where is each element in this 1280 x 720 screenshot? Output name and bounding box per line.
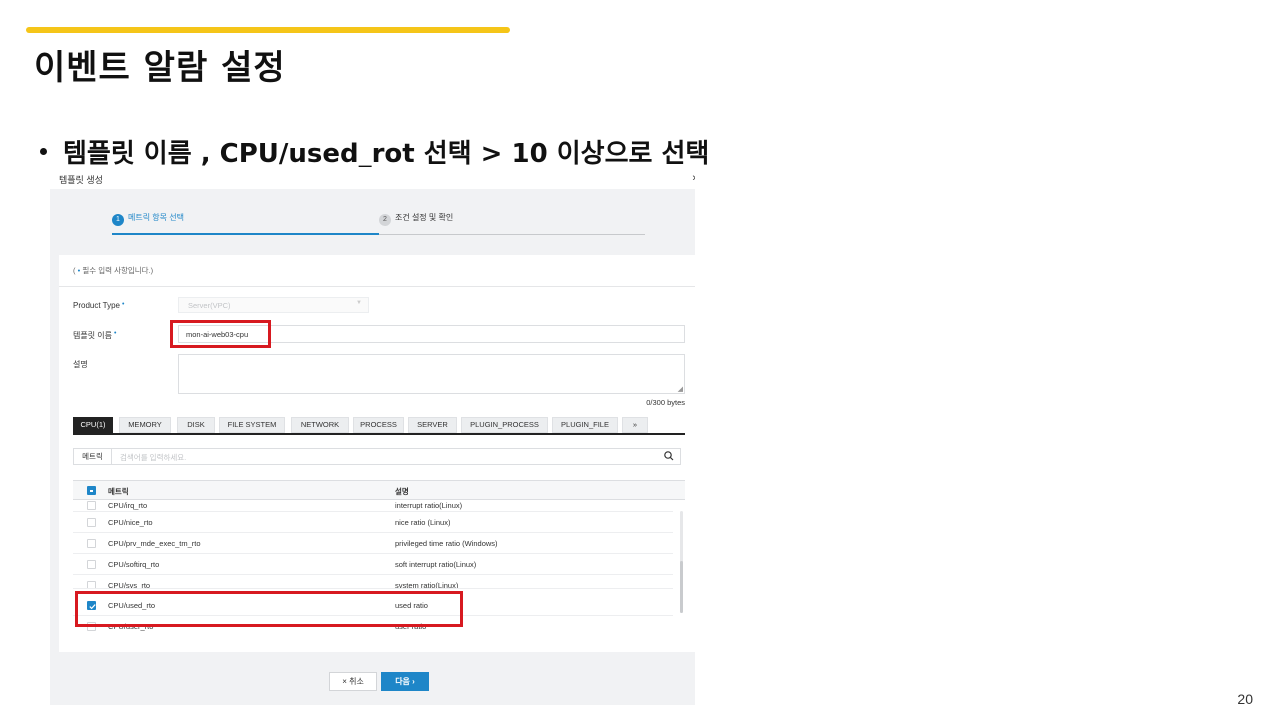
search-category-tag[interactable]: 메트릭 [74, 449, 112, 464]
table-row[interactable]: CPU/softirq_rto soft interrupt ratio(Lin… [73, 554, 673, 575]
row-checkbox[interactable] [87, 581, 96, 588]
step-label: 메트릭 항목 선택 [128, 213, 184, 222]
byte-count: 0/300 bytes [646, 398, 685, 407]
row-checkbox[interactable] [87, 539, 96, 548]
tab-server[interactable]: SERVER [408, 417, 457, 433]
metric-cell: CPU/prv_mde_exec_tm_rto [108, 539, 201, 548]
scroll-thumb[interactable] [680, 561, 683, 613]
tab-disk[interactable]: DISK [177, 417, 215, 433]
table-row[interactable]: CPU/sys_rto system ratio(Linux) [73, 575, 673, 589]
step-number-badge: 1 [112, 214, 124, 226]
template-name-label: 템플릿 이름 • [73, 330, 116, 341]
cancel-button[interactable]: × 취소 [329, 672, 377, 691]
row-checkbox[interactable] [87, 560, 96, 569]
tab-network[interactable]: NETWORK [291, 417, 349, 433]
metric-cell: CPU/nice_rto [108, 518, 153, 527]
chevron-right-icon[interactable]: › [692, 172, 695, 184]
template-name-highlight-box [170, 320, 271, 348]
title-accent-bar [26, 27, 510, 33]
required-mark-icon: • [122, 301, 125, 308]
table-row[interactable]: CPU/irq_rto interrupt ratio(Linux) [73, 500, 673, 512]
tab-cpu[interactable]: CPU(1) [73, 417, 113, 433]
product-type-select[interactable]: Server(VPC) ▼ [178, 297, 369, 313]
tab-more-icon[interactable]: » [622, 417, 648, 433]
metric-cell: CPU/sys_rto [108, 581, 151, 589]
tab-file-system[interactable]: FILE SYSTEM [219, 417, 285, 433]
row-checkbox[interactable] [87, 518, 96, 527]
used-rto-highlight-box [75, 591, 463, 627]
tab-memory[interactable]: MEMORY [119, 417, 171, 433]
bullet-dot-icon [40, 148, 47, 155]
required-note: ( • 필수 입력 사항입니다.) [73, 265, 153, 276]
metric-tabs: CPU(1) MEMORY DISK FILE SYSTEM NETWORK P… [73, 417, 685, 435]
description-label: 설명 [73, 360, 88, 369]
search-input[interactable]: 검색어를 입력하세요. [120, 452, 186, 463]
step-2[interactable]: 2 조건 설정 및 확인 [379, 213, 645, 235]
next-button[interactable]: 다음 › [381, 672, 429, 691]
template-name-label-text: 템플릿 이름 [73, 331, 113, 340]
column-header-metric: 메트릭 [108, 487, 129, 496]
metric-cell: CPU/irq_rto [108, 501, 148, 510]
wizard-steps: 1 메트릭 항목 선택 2 조건 설정 및 확인 [112, 213, 645, 235]
search-icon[interactable] [663, 450, 675, 462]
step-number-badge: 2 [379, 214, 391, 226]
metric-cell: CPU/softirq_rto [108, 560, 160, 569]
description-cell: nice ratio (Linux) [395, 518, 451, 527]
tab-plugin-file[interactable]: PLUGIN_FILE [552, 417, 618, 433]
product-type-label: Product Type • [73, 301, 124, 310]
modal-title: 템플릿 생성 [59, 175, 103, 185]
modal-header: 템플릿 생성 › [50, 167, 695, 189]
description-textarea[interactable]: ◢ [178, 354, 685, 394]
table-row[interactable]: CPU/prv_mde_exec_tm_rto privileged time … [73, 533, 673, 554]
description-cell: system ratio(Linux) [395, 581, 459, 589]
table-scrollbar[interactable] [680, 511, 683, 613]
resize-grip-icon[interactable]: ◢ [678, 385, 683, 393]
required-note-text: 필수 입력 사항입니다.) [80, 266, 154, 275]
select-all-checkbox[interactable] [87, 486, 96, 495]
bullet-point: 템플릿 이름 , CPU/used_rot 선택 > 10 이상으로 선택 [40, 133, 709, 170]
metric-search-bar: 메트릭 검색어를 입력하세요. [73, 448, 681, 465]
description-cell: privileged time ratio (Windows) [395, 539, 498, 548]
column-header-description: 설명 [395, 487, 409, 496]
divider [59, 286, 695, 287]
product-type-label-text: Product Type [73, 301, 120, 310]
slide-title: 이벤트 알람 설정 [34, 48, 286, 88]
required-mark-icon: • [114, 330, 117, 337]
tab-plugin-process[interactable]: PLUGIN_PROCESS [461, 417, 548, 433]
table-row[interactable]: CPU/nice_rto nice ratio (Linux) [73, 512, 673, 533]
step-1[interactable]: 1 메트릭 항목 선택 [112, 213, 379, 235]
table-header: 메트릭 설명 [73, 481, 685, 500]
chevron-down-icon: ▼ [356, 300, 362, 306]
bullet-text: 템플릿 이름 , CPU/used_rot 선택 > 10 이상으로 선택 [63, 139, 710, 169]
row-checkbox[interactable] [87, 501, 96, 510]
description-cell: interrupt ratio(Linux) [395, 501, 463, 510]
step-label: 조건 설정 및 확인 [395, 213, 454, 222]
tab-process[interactable]: PROCESS [353, 417, 404, 433]
page-number: 20 [1237, 691, 1253, 707]
required-note-prefix: ( [73, 266, 76, 275]
description-cell: soft interrupt ratio(Linux) [395, 560, 477, 569]
product-type-value: Server(VPC) [188, 301, 231, 310]
